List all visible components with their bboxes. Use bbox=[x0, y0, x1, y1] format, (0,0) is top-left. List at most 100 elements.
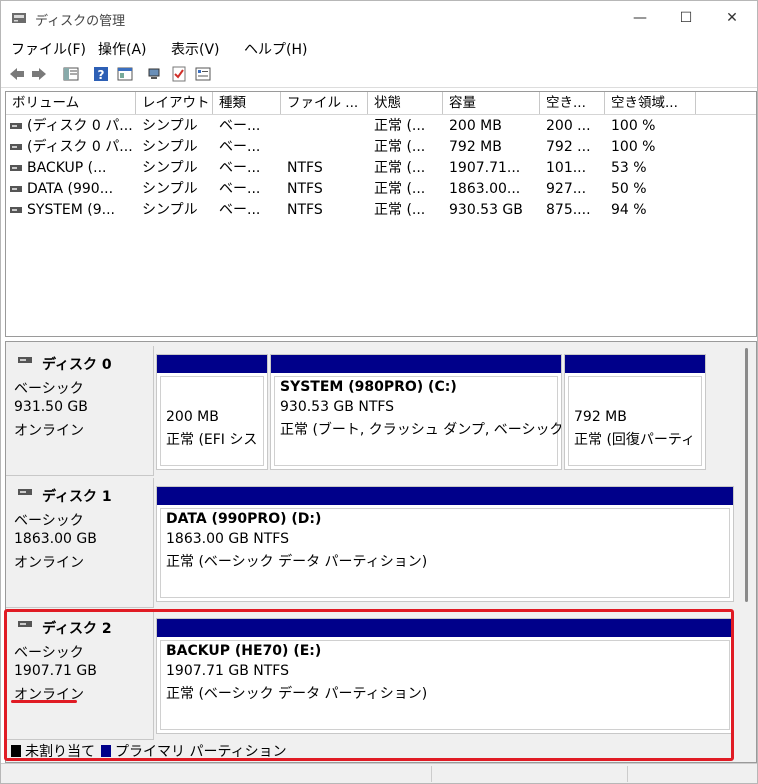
menu-file[interactable]: ファイル(F) bbox=[11, 39, 86, 59]
cell-free-space: 875.... bbox=[546, 202, 591, 218]
cell-volume: (ディスク 0 パ... bbox=[6, 137, 136, 158]
cell-free-space: 200 ... bbox=[546, 118, 591, 134]
close-icon: ✕ bbox=[726, 10, 738, 26]
cell-percent-free: 53 % bbox=[611, 160, 647, 176]
legend-primary: プライマリ パーティション bbox=[101, 741, 287, 761]
red-underline bbox=[11, 700, 77, 703]
partition-body: 200 MB 正常 (EFI シス bbox=[160, 376, 264, 466]
cell-status: 正常 (... bbox=[374, 118, 426, 134]
column-header-type[interactable]: 種類 bbox=[213, 92, 281, 114]
disk-name: ディスク 0 bbox=[42, 357, 112, 373]
menu-action[interactable]: 操作(A) bbox=[98, 39, 147, 59]
cell-status: 正常 (... bbox=[374, 139, 426, 155]
maximize-button[interactable]: ☐ bbox=[663, 5, 709, 31]
cell-filesystem: NTFS bbox=[287, 181, 323, 197]
vertical-scrollbar[interactable] bbox=[742, 342, 752, 762]
help-icon[interactable]: ? bbox=[93, 66, 109, 82]
cell-volume: DATA (990... bbox=[6, 179, 136, 200]
status-bar bbox=[1, 763, 757, 783]
status-cell bbox=[1, 766, 432, 782]
volume-row[interactable]: (ディスク 0 パ... シンプル ベー... 正常 (... 792 MB 792 ..… bbox=[6, 137, 756, 158]
volume-row[interactable]: (ディスク 0 パ... シンプル ベー... 正常 (... 200 MB 200 ..… bbox=[6, 116, 756, 137]
svg-text:?: ? bbox=[98, 68, 105, 82]
partition-backup-e[interactable]: BACKUP (HE70) (E:) 1907.71 GB NTFS 正常 (ベ… bbox=[156, 618, 734, 734]
menu-help[interactable]: ヘルプ(H) bbox=[244, 39, 307, 59]
partition-system-c[interactable]: SYSTEM (980PRO) (C:) 930.53 GB NTFS 正常 (… bbox=[270, 354, 562, 470]
volume-row[interactable]: BACKUP (... シンプル ベー... NTFS 正常 (... 1907.71..… bbox=[6, 158, 756, 179]
disk-0-row: ディスク 0 ベーシック 931.50 GB オンライン 200 MB 正常 (… bbox=[6, 346, 742, 476]
cell-filesystem bbox=[281, 137, 368, 158]
forward-icon[interactable] bbox=[31, 66, 47, 82]
cell-type: ベー... bbox=[219, 118, 261, 134]
column-header-status[interactable]: 状態 bbox=[368, 92, 443, 114]
cell-volume: BACKUP (... bbox=[6, 158, 136, 179]
cell-percent-free: 94 % bbox=[611, 202, 647, 218]
cell-filesystem bbox=[281, 116, 368, 137]
volume-list-header: ボリューム レイアウト 種類 ファイル ... 状態 容量 空き... 空き領域… bbox=[6, 92, 756, 115]
disk-size: 1907.71 GB bbox=[14, 663, 97, 679]
cell-layout: シンプル bbox=[142, 139, 198, 155]
column-header-filesystem[interactable]: ファイル ... bbox=[281, 92, 368, 114]
column-header-capacity[interactable]: 容量 bbox=[443, 92, 540, 114]
disk-name: ディスク 1 bbox=[42, 489, 112, 505]
primary-partition-bar bbox=[271, 355, 561, 373]
disk-2-label[interactable]: ディスク 2 ベーシック 1907.71 GB オンライン bbox=[6, 610, 154, 740]
disk-0-label[interactable]: ディスク 0 ベーシック 931.50 GB オンライン bbox=[6, 346, 154, 476]
cell-free-space: 792 ... bbox=[546, 139, 591, 155]
cell-layout: シンプル bbox=[142, 118, 198, 134]
cell-type: ベー... bbox=[219, 139, 261, 155]
partition-status: 正常 (ブート, クラッシュ ダンプ, ベーシック デ bbox=[280, 422, 562, 438]
volume-list[interactable]: ボリューム レイアウト 種類 ファイル ... 状態 容量 空き... 空き領域… bbox=[5, 91, 757, 337]
volume-name: BACKUP (... bbox=[27, 160, 107, 176]
primary-swatch bbox=[101, 745, 111, 757]
disk-graphical-view: ディスク 0 ベーシック 931.50 GB オンライン 200 MB 正常 (… bbox=[5, 341, 757, 763]
disk-size: 931.50 GB bbox=[14, 399, 88, 415]
partition-recovery[interactable]: 792 MB 正常 (回復パーティ bbox=[564, 354, 706, 470]
back-icon[interactable] bbox=[9, 66, 25, 82]
close-button[interactable]: ✕ bbox=[709, 5, 755, 31]
properties-icon[interactable] bbox=[117, 66, 133, 82]
disk-name: ディスク 2 bbox=[42, 621, 112, 637]
cell-volume: SYSTEM (9... bbox=[6, 200, 136, 221]
menu-view[interactable]: 表示(V) bbox=[171, 39, 220, 59]
partition-status: 正常 (ベーシック データ パーティション) bbox=[166, 554, 428, 570]
disk-1-row: ディスク 1 ベーシック 1863.00 GB オンライン DATA (990P… bbox=[6, 478, 742, 608]
volume-row[interactable]: SYSTEM (9... シンプル ベー... NTFS 正常 (... 930.53 G… bbox=[6, 200, 756, 221]
column-header-percent-free[interactable]: 空き領域... bbox=[605, 92, 696, 114]
disk-1-label[interactable]: ディスク 1 ベーシック 1863.00 GB オンライン bbox=[6, 478, 154, 608]
partition-data-d[interactable]: DATA (990PRO) (D:) 1863.00 GB NTFS 正常 (ベ… bbox=[156, 486, 734, 602]
column-header-layout[interactable]: レイアウト bbox=[136, 92, 213, 114]
title-bar: ディスクの管理 — ☐ ✕ bbox=[1, 1, 757, 35]
volume-name: DATA (990... bbox=[27, 181, 114, 197]
partition-size: 792 MB bbox=[574, 409, 627, 425]
partition-efi[interactable]: 200 MB 正常 (EFI シス bbox=[156, 354, 268, 470]
volume-row[interactable]: DATA (990... シンプル ベー... NTFS 正常 (... 1863.00.… bbox=[6, 179, 756, 200]
console-tree-icon[interactable] bbox=[63, 66, 79, 82]
partition-body: 792 MB 正常 (回復パーティ bbox=[568, 376, 702, 466]
legend-unallocated-label: 未割り当て bbox=[25, 744, 95, 760]
cell-free-space: 101... bbox=[546, 160, 587, 176]
volume-icon bbox=[10, 144, 22, 150]
cell-status: 正常 (... bbox=[374, 181, 426, 197]
toolbar: ? bbox=[1, 61, 757, 88]
maximize-icon: ☐ bbox=[679, 10, 693, 26]
connect-icon[interactable] bbox=[147, 66, 163, 82]
window-title: ディスクの管理 bbox=[35, 14, 126, 29]
volume-icon bbox=[10, 186, 22, 192]
list-icon[interactable] bbox=[195, 66, 211, 82]
minimize-button[interactable]: — bbox=[617, 5, 663, 31]
check-icon[interactable] bbox=[171, 66, 187, 82]
disk-icon bbox=[18, 357, 32, 363]
disk-type: ベーシック bbox=[14, 381, 84, 397]
cell-volume: (ディスク 0 パ... bbox=[6, 116, 136, 137]
column-header-volume[interactable]: ボリューム bbox=[6, 92, 136, 114]
partition-size: 1907.71 GB NTFS bbox=[166, 663, 289, 679]
cell-layout: シンプル bbox=[142, 202, 198, 218]
cell-layout: シンプル bbox=[142, 181, 198, 197]
scrollbar-thumb[interactable] bbox=[745, 348, 748, 602]
cell-percent-free: 100 % bbox=[611, 118, 656, 134]
primary-partition-bar bbox=[157, 355, 267, 373]
disk-status: オンライン bbox=[14, 423, 84, 439]
cell-type: ベー... bbox=[219, 181, 261, 197]
column-header-free-space[interactable]: 空き... bbox=[540, 92, 605, 114]
